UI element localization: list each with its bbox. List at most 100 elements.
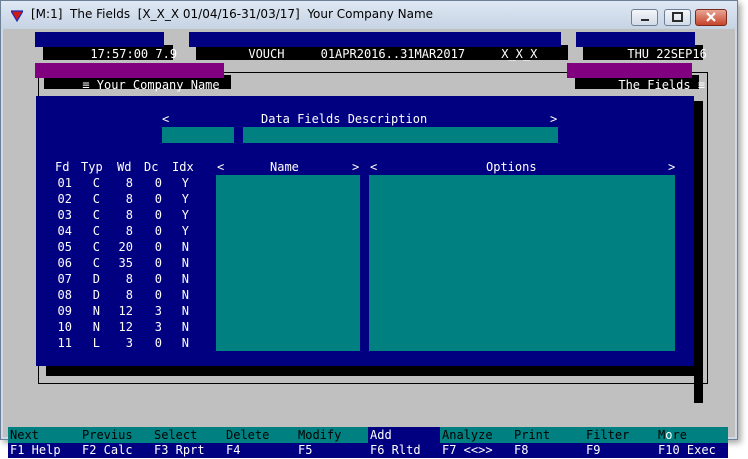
cell-idx: Y — [181, 224, 189, 238]
fkey-2[interactable]: Previus F2 Calc — [80, 427, 152, 459]
cell-dc: 3 — [154, 304, 162, 318]
fkey-key-label: F3 Rprt — [152, 443, 224, 458]
table-row[interactable]: 04 C 8 0 Y — [36, 223, 216, 239]
cell-idx: N — [181, 272, 189, 286]
terminal-client-area: 17:57:00 7.9 VOUCH 01APR2016..31MAR2017 … — [3, 29, 735, 458]
header-dc: Dc — [144, 160, 159, 174]
cell-wd: 8 — [125, 176, 133, 190]
table-row[interactable]: 09 N 12 3 N — [36, 303, 216, 319]
panel-shadow-bottom — [46, 366, 703, 376]
cell-wd: 8 — [125, 272, 133, 286]
panel-shadow-right — [694, 101, 703, 403]
options-next-arrow[interactable]: > — [668, 160, 675, 174]
table-row[interactable]: 02 C 8 0 Y — [36, 191, 216, 207]
maximize-button[interactable] — [664, 9, 691, 26]
fields-panel: < Data Fields Description > Fd Typ Wd Dc… — [36, 96, 694, 366]
fkey-4[interactable]: Delete F4 — [224, 427, 296, 459]
fields-table: 01 C 8 0 Y 02 C 8 0 Y 03 C 8 0 Y 04 C 8 0 Y 05 C 20 0 N 06 C 35 0 N 07… — [36, 175, 216, 351]
table-row[interactable]: 11 L 3 0 N — [36, 335, 216, 351]
table-row[interactable]: 08 D 8 0 N — [36, 287, 216, 303]
fkey-action-label: More — [656, 427, 728, 443]
table-row[interactable]: 07 D 8 0 N — [36, 271, 216, 287]
period-bar: VOUCH 01APR2016..31MAR2017 X_X_X — [189, 32, 561, 61]
cell-fd: 07 — [57, 272, 72, 286]
cell-idx: Y — [181, 208, 189, 222]
company-tag: ≡ Your Company Name — [35, 63, 224, 92]
fkey-9[interactable]: Filter F9 — [584, 427, 656, 459]
header-typ: Typ — [81, 160, 103, 174]
fkey-action-label: Previus — [80, 427, 152, 443]
table-row[interactable]: 06 C 35 0 N — [36, 255, 216, 271]
name-prev-arrow[interactable]: < — [217, 160, 224, 174]
cell-dc: 0 — [154, 192, 162, 206]
screen-tag-text: The Fields ≡ — [618, 78, 706, 92]
date-text: THU 22SEP16 — [627, 47, 707, 61]
cell-typ: D — [92, 272, 100, 286]
name-next-arrow[interactable]: > — [352, 160, 359, 174]
cell-typ: D — [92, 288, 100, 302]
cell-typ: C — [92, 176, 100, 190]
cell-fd: 06 — [57, 256, 72, 270]
cell-idx: Y — [181, 192, 189, 206]
period-text: VOUCH 01APR2016..31MAR2017 X_X_X — [248, 47, 538, 61]
fkey-6[interactable]: Add F6 Rltd — [368, 427, 440, 459]
fkey-key-label: F6 Rltd — [368, 443, 440, 458]
fkey-key-label: F7 <<>> — [440, 443, 512, 458]
next-arrow[interactable]: > — [550, 112, 557, 126]
name-column-header: Name — [270, 160, 299, 174]
fkey-5[interactable]: Modify F5 — [296, 427, 368, 459]
cell-wd: 12 — [118, 304, 133, 318]
fkey-1[interactable]: Next F1 Help — [8, 427, 80, 459]
clock-text: 17:57:00 7.9 — [90, 47, 178, 61]
description-text-field[interactable] — [243, 127, 558, 143]
cell-typ: L — [92, 336, 100, 350]
options-list-area[interactable] — [369, 175, 675, 351]
fkey-10[interactable]: More F10 Exec — [656, 427, 728, 459]
fkey-action-label: Modify — [296, 427, 368, 443]
table-row[interactable]: 01 C 8 0 Y — [36, 175, 216, 191]
cell-typ: C — [92, 240, 100, 254]
description-code-field[interactable] — [162, 127, 234, 143]
window-title: [M:1] The Fields [X_X_X 01/04/16-31/03/1… — [31, 7, 434, 21]
cell-fd: 02 — [57, 192, 72, 206]
cell-fd: 08 — [57, 288, 72, 302]
company-tag-text: ≡ Your Company Name — [82, 78, 220, 92]
close-button[interactable] — [695, 9, 727, 26]
prev-arrow[interactable]: < — [162, 112, 169, 126]
cell-dc: 0 — [154, 256, 162, 270]
cell-idx: N — [181, 336, 189, 350]
fkey-7[interactable]: Analyze F7 <<>> — [440, 427, 512, 459]
cell-typ: N — [92, 320, 100, 334]
header-wd: Wd — [117, 160, 132, 174]
cell-typ: C — [92, 256, 100, 270]
cell-idx: N — [181, 256, 189, 270]
cell-dc: 0 — [154, 272, 162, 286]
cell-wd: 3 — [125, 336, 133, 350]
fkey-action-label: Add — [368, 427, 440, 443]
fkey-3[interactable]: Select F3 Rprt — [152, 427, 224, 459]
fkey-key-label: F2 Calc — [80, 443, 152, 458]
header-idx: Idx — [172, 160, 194, 174]
fkey-key-label: F10 Exec — [656, 443, 728, 458]
cell-fd: 10 — [57, 320, 72, 334]
title-bar[interactable]: [M:1] The Fields [X_X_X 01/04/16-31/03/1… — [1, 1, 737, 29]
table-row[interactable]: 10 N 12 3 N — [36, 319, 216, 335]
fkey-key-label: F8 — [512, 443, 584, 458]
cell-idx: Y — [181, 176, 189, 190]
table-row[interactable]: 03 C 8 0 Y — [36, 207, 216, 223]
cell-idx: N — [181, 304, 189, 318]
options-prev-arrow[interactable]: < — [370, 160, 377, 174]
table-row[interactable]: 05 C 20 0 N — [36, 239, 216, 255]
cell-dc: 0 — [154, 208, 162, 222]
fkey-action-label: Print — [512, 427, 584, 443]
cell-typ: C — [92, 224, 100, 238]
cell-dc: 0 — [154, 240, 162, 254]
fkey-key-label: F5 — [296, 443, 368, 458]
cell-wd: 8 — [125, 224, 133, 238]
minimize-button[interactable] — [631, 9, 658, 26]
fkey-8[interactable]: Print F8 — [512, 427, 584, 459]
name-list-area[interactable] — [216, 175, 360, 351]
cell-wd: 20 — [118, 240, 133, 254]
cell-wd: 8 — [125, 288, 133, 302]
fkey-action-part: re — [672, 428, 687, 442]
